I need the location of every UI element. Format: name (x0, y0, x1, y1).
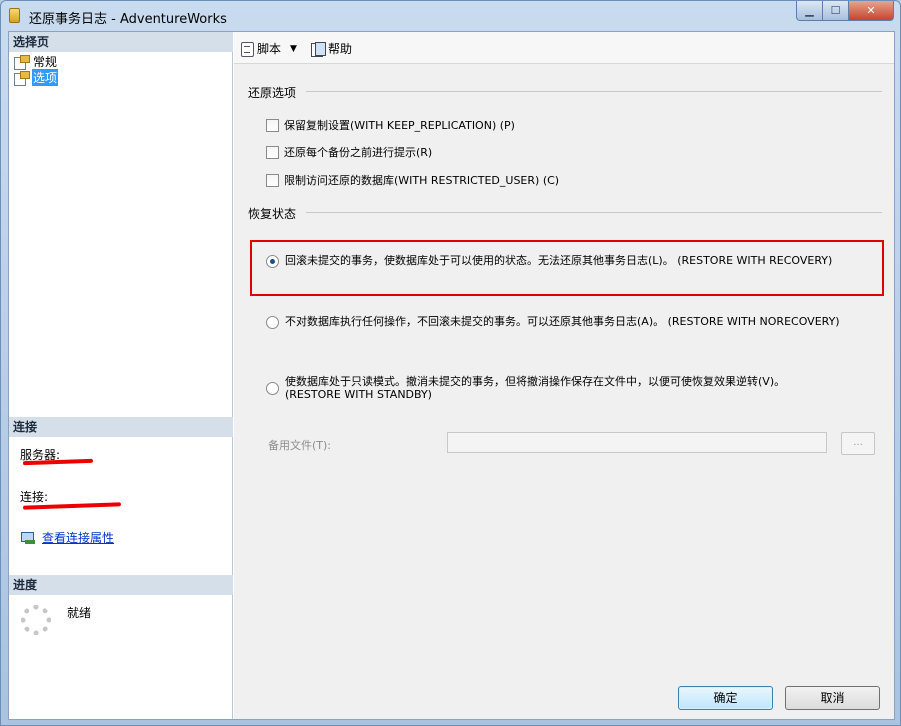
right-pane: 脚本 ▼ 帮助 还原选项 保留复制设置(WITH KEEP_REPLICATIO… (234, 32, 894, 719)
close-icon: ✕ (866, 4, 876, 17)
script-label: 脚本 (257, 42, 282, 56)
minimize-button[interactable]: ▁ (796, 1, 823, 21)
page-item-general[interactable]: 常规 (14, 54, 58, 70)
select-page-header: 选择页 (9, 32, 233, 52)
group-divider (306, 212, 882, 213)
window-controls: ▁ ☐ ✕ (796, 1, 894, 21)
connection-header: 连接 (9, 417, 233, 437)
dialog-client-area: 选择页 常规 选项 连接 服务器: 连接: 查看连接属性 进度 就绪 脚本 ▼ … (8, 31, 895, 720)
restricted-user-option[interactable]: 限制访问还原的数据库(WITH RESTRICTED_USER) (C) (266, 172, 559, 188)
page-item-general-label: 常规 (33, 55, 58, 69)
help-label: 帮助 (328, 42, 353, 56)
restore-with-standby-option[interactable]: 使数据库处于只读模式。撤消未提交的事务，但将撤消操作保存在文件中，以便可使恢复效… (266, 375, 785, 401)
chevron-down-icon[interactable]: ▼ (290, 44, 297, 54)
toolbar: 脚本 ▼ 帮助 (234, 32, 894, 64)
progress-spinner-icon (21, 605, 51, 635)
view-connection-properties-link[interactable]: 查看连接属性 (42, 529, 114, 546)
prompt-before-restore-option[interactable]: 还原每个备份之前进行提示(R) (266, 144, 432, 160)
restore-options-title: 还原选项 (248, 86, 297, 100)
page-icon (14, 55, 30, 70)
database-icon (9, 8, 20, 23)
script-button[interactable]: 脚本 ▼ (240, 40, 297, 57)
help-icon (311, 41, 326, 57)
restore-with-recovery-label: 回滚未提交的事务，使数据库处于可以使用的状态。无法还原其他事务日志(L)。 (R… (285, 254, 833, 267)
standby-file-input[interactable] (447, 432, 827, 453)
page-icon (14, 71, 30, 86)
help-button[interactable]: 帮助 (311, 40, 352, 57)
restore-with-standby-label-line2: (RESTORE WITH STANDBY) (285, 388, 432, 401)
page-item-options-label: 选项 (32, 69, 59, 86)
restore-with-recovery-option[interactable]: 回滚未提交的事务，使数据库处于可以使用的状态。无法还原其他事务日志(L)。 (R… (266, 254, 832, 268)
view-connection-properties-row: 查看连接属性 (20, 529, 114, 546)
keep-replication-option[interactable]: 保留复制设置(WITH KEEP_REPLICATION) (P) (266, 117, 515, 133)
restore-with-standby-radio[interactable] (266, 382, 279, 395)
restore-with-standby-label: 使数据库处于只读模式。撤消未提交的事务，但将撤消操作保存在文件中，以便可使恢复效… (285, 375, 786, 388)
recovery-state-title: 恢复状态 (248, 207, 297, 221)
minimize-icon: ▁ (805, 4, 814, 17)
maximize-icon: ☐ (830, 4, 841, 17)
browse-standby-file-button[interactable]: ... (841, 432, 875, 455)
standby-file-label: 备用文件(T): (268, 439, 332, 452)
close-button[interactable]: ✕ (849, 1, 894, 21)
keep-replication-label: 保留复制设置(WITH KEEP_REPLICATION) (P) (284, 119, 515, 132)
title-bar[interactable]: 还原事务日志 - AdventureWorks ▁ ☐ ✕ (1, 1, 900, 31)
connection-properties-icon (20, 531, 36, 545)
keep-replication-checkbox[interactable] (266, 118, 279, 132)
page-item-options[interactable]: 选项 (14, 69, 59, 86)
progress-header: 进度 (9, 575, 233, 595)
dialog-window: 还原事务日志 - AdventureWorks ▁ ☐ ✕ 选择页 常规 选项 … (0, 0, 901, 726)
prompt-before-restore-label: 还原每个备份之前进行提示(R) (284, 146, 433, 159)
restricted-user-label: 限制访问还原的数据库(WITH RESTRICTED_USER) (C) (284, 174, 560, 187)
group-divider (306, 91, 882, 92)
cancel-button[interactable]: 取消 (785, 686, 880, 710)
restore-with-norecovery-option[interactable]: 不对数据库执行任何操作，不回滚未提交的事务。可以还原其他事务日志(A)。 (RE… (266, 315, 840, 329)
progress-status: 就绪 (67, 606, 92, 620)
highlight-annotation (250, 240, 884, 296)
connection-label: 连接: (20, 490, 49, 504)
restore-with-norecovery-radio[interactable] (266, 316, 279, 329)
window-title: 还原事务日志 - AdventureWorks (29, 12, 227, 27)
restricted-user-checkbox[interactable] (266, 173, 279, 187)
restore-with-recovery-radio[interactable] (266, 255, 279, 268)
restore-with-standby-text: 使数据库处于只读模式。撤消未提交的事务，但将撤消操作保存在文件中，以便可使恢复效… (285, 375, 785, 401)
maximize-button[interactable]: ☐ (823, 1, 849, 21)
restore-with-norecovery-label: 不对数据库执行任何操作，不回滚未提交的事务。可以还原其他事务日志(A)。 (RE… (285, 315, 840, 328)
script-icon (240, 42, 254, 57)
prompt-before-restore-checkbox[interactable] (266, 145, 279, 159)
left-pane: 选择页 常规 选项 连接 服务器: 连接: 查看连接属性 进度 就绪 (9, 32, 233, 719)
ok-button[interactable]: 确定 (678, 686, 773, 710)
